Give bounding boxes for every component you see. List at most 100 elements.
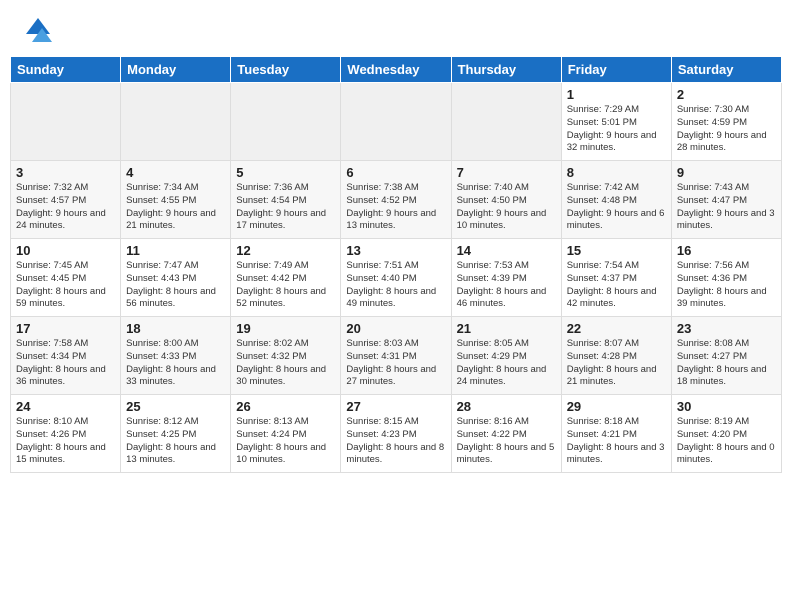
day-number: 23	[677, 321, 776, 336]
day-number: 25	[126, 399, 225, 414]
calendar-cell: 17 Sunrise: 7:58 AMSunset: 4:34 PMDayligh…	[11, 317, 121, 395]
day-info: Sunrise: 7:32 AMSunset: 4:57 PMDaylight:…	[16, 182, 115, 233]
day-number: 26	[236, 399, 335, 414]
day-number: 18	[126, 321, 225, 336]
day-info: Sunrise: 8:19 AMSunset: 4:20 PMDaylight:…	[677, 416, 776, 467]
day-number: 29	[567, 399, 666, 414]
calendar-cell: 25 Sunrise: 8:12 AMSunset: 4:25 PMDayligh…	[121, 395, 231, 473]
day-info: Sunrise: 7:56 AMSunset: 4:36 PMDaylight:…	[677, 260, 776, 311]
calendar-cell	[121, 83, 231, 161]
header	[10, 10, 782, 50]
column-header-thursday: Thursday	[451, 57, 561, 83]
day-number: 30	[677, 399, 776, 414]
logo-icon	[18, 14, 54, 50]
day-info: Sunrise: 8:08 AMSunset: 4:27 PMDaylight:…	[677, 338, 776, 389]
day-number: 9	[677, 165, 776, 180]
calendar-cell: 8 Sunrise: 7:42 AMSunset: 4:48 PMDaylight…	[561, 161, 671, 239]
day-number: 3	[16, 165, 115, 180]
day-info: Sunrise: 7:54 AMSunset: 4:37 PMDaylight:…	[567, 260, 666, 311]
day-number: 2	[677, 87, 776, 102]
day-info: Sunrise: 7:45 AMSunset: 4:45 PMDaylight:…	[16, 260, 115, 311]
calendar-cell: 12 Sunrise: 7:49 AMSunset: 4:42 PMDayligh…	[231, 239, 341, 317]
day-number: 13	[346, 243, 445, 258]
day-number: 11	[126, 243, 225, 258]
column-header-monday: Monday	[121, 57, 231, 83]
calendar-cell: 27Sunrise: 8:15 AMSunset: 4:23 PMDayligh…	[341, 395, 451, 473]
calendar-cell: 16Sunrise: 7:56 AMSunset: 4:36 PMDayligh…	[671, 239, 781, 317]
day-number: 17	[16, 321, 115, 336]
calendar-cell	[451, 83, 561, 161]
day-info: Sunrise: 8:15 AMSunset: 4:23 PMDaylight:…	[346, 416, 445, 467]
day-number: 8	[567, 165, 666, 180]
calendar-cell: 20 Sunrise: 8:03 AMSunset: 4:31 PMDayligh…	[341, 317, 451, 395]
calendar-cell: 6 Sunrise: 7:38 AMSunset: 4:52 PMDaylight…	[341, 161, 451, 239]
day-number: 24	[16, 399, 115, 414]
day-number: 19	[236, 321, 335, 336]
calendar-cell: 4 Sunrise: 7:34 AMSunset: 4:55 PMDaylight…	[121, 161, 231, 239]
day-info: Sunrise: 8:12 AMSunset: 4:25 PMDaylight:…	[126, 416, 225, 467]
calendar-cell: 13 Sunrise: 7:51 AMSunset: 4:40 PMDayligh…	[341, 239, 451, 317]
column-header-tuesday: Tuesday	[231, 57, 341, 83]
calendar-cell: 7 Sunrise: 7:40 AMSunset: 4:50 PMDaylight…	[451, 161, 561, 239]
day-number: 14	[457, 243, 556, 258]
day-info: Sunrise: 7:53 AMSunset: 4:39 PMDaylight:…	[457, 260, 556, 311]
calendar-cell: 18 Sunrise: 8:00 AMSunset: 4:33 PMDayligh…	[121, 317, 231, 395]
day-info: Sunrise: 7:29 AMSunset: 5:01 PMDaylight:…	[567, 104, 666, 155]
column-header-wednesday: Wednesday	[341, 57, 451, 83]
calendar-cell: 9 Sunrise: 7:43 AMSunset: 4:47 PMDaylight…	[671, 161, 781, 239]
day-info: Sunrise: 7:47 AMSunset: 4:43 PMDaylight:…	[126, 260, 225, 311]
calendar-week-3: 10 Sunrise: 7:45 AMSunset: 4:45 PMDayligh…	[11, 239, 782, 317]
calendar-cell: 28 Sunrise: 8:16 AMSunset: 4:22 PMDayligh…	[451, 395, 561, 473]
calendar-cell: 30 Sunrise: 8:19 AMSunset: 4:20 PMDayligh…	[671, 395, 781, 473]
day-info: Sunrise: 7:38 AMSunset: 4:52 PMDaylight:…	[346, 182, 445, 233]
day-info: Sunrise: 7:42 AMSunset: 4:48 PMDaylight:…	[567, 182, 666, 233]
day-number: 28	[457, 399, 556, 414]
column-header-friday: Friday	[561, 57, 671, 83]
day-info: Sunrise: 7:40 AMSunset: 4:50 PMDaylight:…	[457, 182, 556, 233]
day-info: Sunrise: 7:34 AMSunset: 4:55 PMDaylight:…	[126, 182, 225, 233]
column-header-sunday: Sunday	[11, 57, 121, 83]
day-number: 21	[457, 321, 556, 336]
day-info: Sunrise: 8:18 AMSunset: 4:21 PMDaylight:…	[567, 416, 666, 467]
calendar-week-1: 1 Sunrise: 7:29 AMSunset: 5:01 PMDaylight…	[11, 83, 782, 161]
day-info: Sunrise: 8:10 AMSunset: 4:26 PMDaylight:…	[16, 416, 115, 467]
day-info: Sunrise: 8:05 AMSunset: 4:29 PMDaylight:…	[457, 338, 556, 389]
day-number: 20	[346, 321, 445, 336]
calendar-cell: 15Sunrise: 7:54 AMSunset: 4:37 PMDayligh…	[561, 239, 671, 317]
day-info: Sunrise: 7:30 AMSunset: 4:59 PMDaylight:…	[677, 104, 776, 155]
calendar-cell: 3 Sunrise: 7:32 AMSunset: 4:57 PMDaylight…	[11, 161, 121, 239]
calendar-header-row: SundayMondayTuesdayWednesdayThursdayFrid…	[11, 57, 782, 83]
calendar-cell: 29 Sunrise: 8:18 AMSunset: 4:21 PMDayligh…	[561, 395, 671, 473]
day-info: Sunrise: 8:16 AMSunset: 4:22 PMDaylight:…	[457, 416, 556, 467]
calendar-cell: 21 Sunrise: 8:05 AMSunset: 4:29 PMDayligh…	[451, 317, 561, 395]
day-info: Sunrise: 7:49 AMSunset: 4:42 PMDaylight:…	[236, 260, 335, 311]
calendar-week-5: 24 Sunrise: 8:10 AMSunset: 4:26 PMDayligh…	[11, 395, 782, 473]
calendar-cell: 26 Sunrise: 8:13 AMSunset: 4:24 PMDayligh…	[231, 395, 341, 473]
day-info: Sunrise: 8:13 AMSunset: 4:24 PMDaylight:…	[236, 416, 335, 467]
calendar-cell: 1 Sunrise: 7:29 AMSunset: 5:01 PMDaylight…	[561, 83, 671, 161]
day-number: 7	[457, 165, 556, 180]
calendar-table: SundayMondayTuesdayWednesdayThursdayFrid…	[10, 56, 782, 473]
day-number: 6	[346, 165, 445, 180]
day-info: Sunrise: 7:43 AMSunset: 4:47 PMDaylight:…	[677, 182, 776, 233]
calendar-cell: 14 Sunrise: 7:53 AMSunset: 4:39 PMDayligh…	[451, 239, 561, 317]
day-number: 1	[567, 87, 666, 102]
calendar-cell	[231, 83, 341, 161]
day-info: Sunrise: 7:36 AMSunset: 4:54 PMDaylight:…	[236, 182, 335, 233]
day-info: Sunrise: 8:07 AMSunset: 4:28 PMDaylight:…	[567, 338, 666, 389]
day-info: Sunrise: 7:58 AMSunset: 4:34 PMDaylight:…	[16, 338, 115, 389]
day-number: 10	[16, 243, 115, 258]
day-number: 12	[236, 243, 335, 258]
day-info: Sunrise: 7:51 AMSunset: 4:40 PMDaylight:…	[346, 260, 445, 311]
day-info: Sunrise: 8:02 AMSunset: 4:32 PMDaylight:…	[236, 338, 335, 389]
calendar-cell	[341, 83, 451, 161]
calendar-cell	[11, 83, 121, 161]
column-header-saturday: Saturday	[671, 57, 781, 83]
calendar-week-4: 17 Sunrise: 7:58 AMSunset: 4:34 PMDayligh…	[11, 317, 782, 395]
day-info: Sunrise: 8:03 AMSunset: 4:31 PMDaylight:…	[346, 338, 445, 389]
day-info: Sunrise: 8:00 AMSunset: 4:33 PMDaylight:…	[126, 338, 225, 389]
calendar-cell: 10 Sunrise: 7:45 AMSunset: 4:45 PMDayligh…	[11, 239, 121, 317]
day-number: 4	[126, 165, 225, 180]
calendar-cell: 5Sunrise: 7:36 AMSunset: 4:54 PMDaylight…	[231, 161, 341, 239]
calendar-cell: 24 Sunrise: 8:10 AMSunset: 4:26 PMDayligh…	[11, 395, 121, 473]
